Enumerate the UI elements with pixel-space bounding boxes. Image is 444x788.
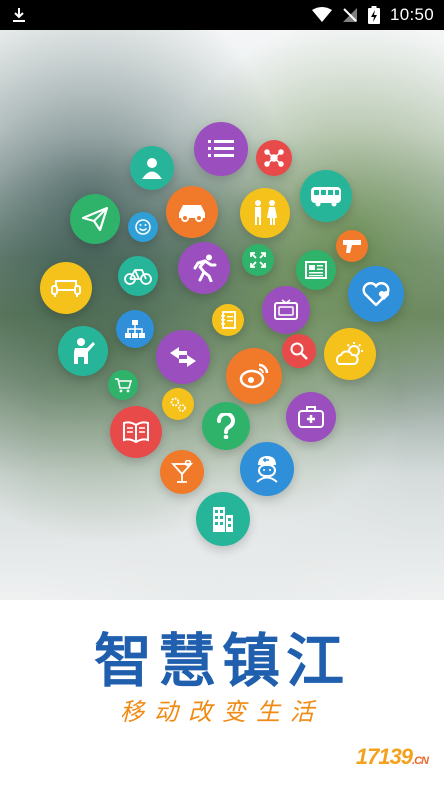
notebook-icon	[212, 304, 244, 336]
send-icon	[70, 194, 120, 244]
newspaper-icon	[296, 250, 336, 290]
splash-hero	[0, 30, 444, 600]
help-icon	[202, 402, 250, 450]
network-icon	[256, 140, 292, 176]
search-icon	[282, 334, 316, 368]
transfer-icon	[156, 330, 210, 384]
restroom-icon	[240, 188, 290, 238]
weibo-icon	[226, 348, 282, 404]
emoji-icon	[128, 212, 158, 242]
medical-kit-icon	[286, 392, 336, 442]
no-signal-icon	[342, 7, 358, 23]
fullscreen-icon	[242, 244, 274, 276]
app-slogan: 移动改变生活	[120, 698, 324, 726]
weather-icon	[324, 328, 376, 380]
status-bar: 10:50	[0, 0, 444, 30]
building-icon	[196, 492, 250, 546]
list-icon	[194, 122, 248, 176]
clock: 10:50	[389, 5, 434, 24]
org-chart-icon	[116, 310, 154, 348]
watermark-logo: 17139.CN	[355, 744, 429, 770]
brand-section: 智慧镇江 移动改变生活 17139.CN	[0, 600, 444, 788]
download-icon	[10, 6, 28, 24]
gun-icon	[336, 230, 368, 262]
watermark-domain: .CN	[412, 755, 429, 767]
battery-charging-icon	[367, 6, 380, 24]
tv-icon	[262, 286, 310, 334]
bus-icon	[300, 170, 352, 222]
car-icon	[166, 186, 218, 238]
settings-icon	[162, 388, 194, 420]
cart-icon	[108, 370, 138, 400]
watermark-main: 17139	[355, 744, 413, 769]
bicycle-icon	[118, 256, 158, 296]
user-icon	[130, 146, 174, 190]
nurse-icon	[240, 442, 294, 496]
wifi-icon	[311, 7, 332, 23]
cocktail-icon	[160, 450, 204, 494]
heart-icon	[348, 266, 404, 322]
presenter-icon	[58, 326, 108, 376]
app-title: 智慧镇江	[93, 627, 350, 695]
sofa-icon	[40, 262, 92, 314]
running-icon	[178, 242, 230, 294]
book-icon	[110, 406, 162, 458]
